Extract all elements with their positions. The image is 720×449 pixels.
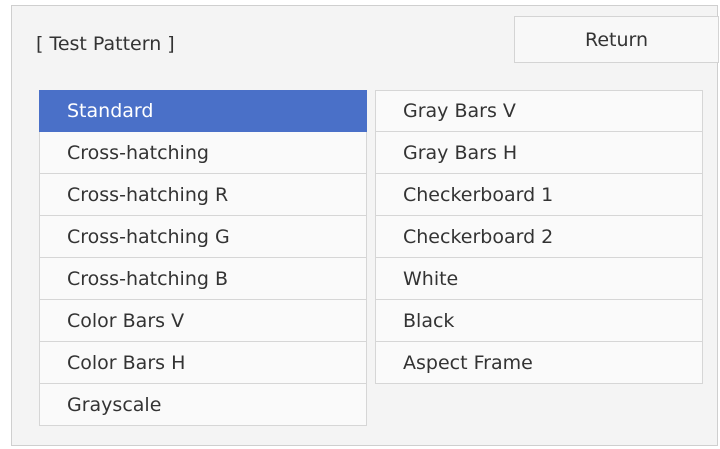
return-button[interactable]: Return [514,16,719,63]
pattern-item-color-bars-v[interactable]: Color Bars V [39,300,367,342]
pattern-item-cross-hatching[interactable]: Cross-hatching [39,132,367,174]
pattern-item-cross-hatching-g[interactable]: Cross-hatching G [39,216,367,258]
pattern-item-aspect-frame[interactable]: Aspect Frame [375,342,703,384]
pattern-item-gray-bars-h[interactable]: Gray Bars H [375,132,703,174]
pattern-item-color-bars-h[interactable]: Color Bars H [39,342,367,384]
pattern-item-cross-hatching-r[interactable]: Cross-hatching R [39,174,367,216]
pattern-item-black[interactable]: Black [375,300,703,342]
pattern-item-white[interactable]: White [375,258,703,300]
pattern-list-left: Standard Cross-hatching Cross-hatching R… [39,90,367,426]
pattern-item-checkerboard-2[interactable]: Checkerboard 2 [375,216,703,258]
pattern-item-cross-hatching-b[interactable]: Cross-hatching B [39,258,367,300]
pattern-item-grayscale[interactable]: Grayscale [39,384,367,426]
test-pattern-dialog: [ Test Pattern ] Return Standard Cross-h… [11,5,719,446]
dialog-title: [ Test Pattern ] [36,33,175,55]
pattern-item-gray-bars-v[interactable]: Gray Bars V [375,90,703,132]
pattern-item-checkerboard-1[interactable]: Checkerboard 1 [375,174,703,216]
pattern-item-standard[interactable]: Standard [39,90,367,132]
pattern-list-right: Gray Bars V Gray Bars H Checkerboard 1 C… [375,90,703,384]
